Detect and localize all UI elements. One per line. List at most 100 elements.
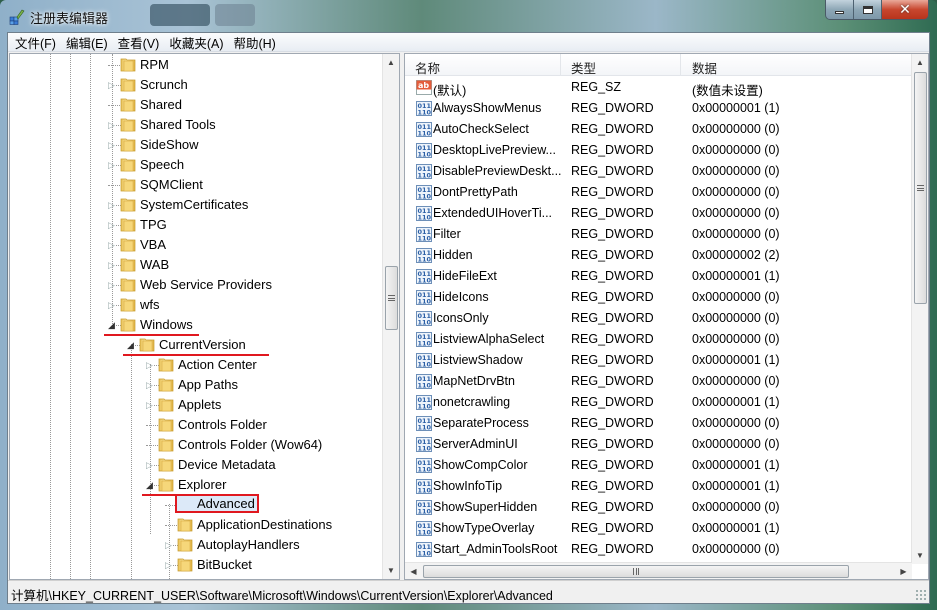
tree-item-label[interactable]: BitBucket xyxy=(195,557,254,572)
title-bar[interactable]: 注册表编辑器 ✕ xyxy=(0,0,937,32)
list-item[interactable]: 011 110 Start_AdminToolsRoot REG_DWORD 0x000… xyxy=(405,539,912,560)
menu-edit[interactable]: 编辑(E) xyxy=(61,33,113,52)
list-item[interactable]: 011 110 Hidden REG_DWORD 0x00000002 (2) xyxy=(405,245,912,266)
tree-item-label[interactable]: Speech xyxy=(138,157,186,172)
maximize-button[interactable] xyxy=(854,0,882,19)
tree-item-label[interactable]: Explorer xyxy=(176,477,228,492)
tree-item[interactable]: ◢ Explorer xyxy=(10,475,382,496)
tree-item-label[interactable]: RPM xyxy=(138,57,171,72)
tree-item[interactable]: ▷ SideShow xyxy=(10,135,382,155)
tree-item[interactable]: Advanced xyxy=(10,494,382,515)
selected-tree-item-label[interactable]: Advanced xyxy=(175,494,259,513)
tree-vertical-scrollbar[interactable]: ▲ ▼ xyxy=(382,54,399,579)
menu-file[interactable]: 文件(F) xyxy=(10,33,61,52)
tree-item[interactable]: ▷ Applets xyxy=(10,395,382,415)
tree-item-label[interactable]: SQMClient xyxy=(138,177,205,192)
tree-item[interactable]: ◢ Windows xyxy=(10,315,382,336)
tree-item[interactable]: ▷ WAB xyxy=(10,255,382,275)
list-item[interactable]: 011 110 ListviewAlphaSelect REG_DWORD 0x0000… xyxy=(405,329,912,350)
tree-item-label[interactable]: Controls Folder (Wow64) xyxy=(176,437,324,452)
list-item[interactable]: 011 110 DesktopLivePreview... REG_DWORD 0x00… xyxy=(405,140,912,161)
close-button[interactable]: ✕ xyxy=(882,0,928,19)
tree-item[interactable]: ▷ Speech xyxy=(10,155,382,175)
menu-help[interactable]: 帮助(H) xyxy=(228,33,280,52)
scroll-up-arrow-icon[interactable]: ▲ xyxy=(383,54,399,71)
tree-item-label[interactable]: SystemCertificates xyxy=(138,197,250,212)
tree-item-label[interactable]: VBA xyxy=(138,237,168,252)
list-item[interactable]: 011 110 DisablePreviewDeskt... REG_DWORD 0x0… xyxy=(405,161,912,182)
list-item[interactable]: 011 110 ShowTypeOverlay REG_DWORD 0x00000001… xyxy=(405,518,912,539)
tree-item[interactable]: ▷ Action Center xyxy=(10,355,382,375)
minimize-button[interactable] xyxy=(826,0,854,19)
tree-item-label[interactable]: TPG xyxy=(138,217,169,232)
list-item[interactable]: 011 110 AlwaysShowMenus REG_DWORD 0x00000001… xyxy=(405,98,912,119)
tree-item[interactable]: ▷ Device Metadata xyxy=(10,455,382,475)
scroll-up-arrow-icon[interactable]: ▲ xyxy=(912,54,928,71)
tree-item[interactable]: Shared xyxy=(10,95,382,115)
registry-value-list[interactable]: 名称 类型 数据 ab (默认) REG_SZ (数值未设置) 011 110 Always… xyxy=(404,53,929,580)
column-header-data[interactable]: 数据 xyxy=(692,58,717,77)
list-item[interactable]: 011 110 Filter REG_DWORD 0x00000000 (0) xyxy=(405,224,912,245)
tree-item-label[interactable]: Shared xyxy=(138,97,184,112)
list-item[interactable]: 011 110 ShowCompColor REG_DWORD 0x00000001 (… xyxy=(405,455,912,476)
list-item[interactable]: 011 110 nonetcrawling REG_DWORD 0x00000001 (… xyxy=(405,392,912,413)
resize-grip-icon[interactable] xyxy=(915,589,927,601)
tree-item[interactable]: ▷ SystemCertificates xyxy=(10,195,382,215)
tree-item-label[interactable]: SideShow xyxy=(138,137,201,152)
scroll-down-arrow-icon[interactable]: ▼ xyxy=(912,547,928,564)
tree-item[interactable]: ▷ TPG xyxy=(10,215,382,235)
list-item[interactable]: 011 110 ServerAdminUI REG_DWORD 0x00000000 (… xyxy=(405,434,912,455)
tree-item-label[interactable]: ApplicationDestinations xyxy=(195,517,334,532)
list-item[interactable]: 011 110 ShowSuperHidden REG_DWORD 0x00000000… xyxy=(405,497,912,518)
menu-favorites[interactable]: 收藏夹(A) xyxy=(164,33,228,52)
list-scroll-thumb[interactable] xyxy=(914,72,927,304)
scroll-left-arrow-icon[interactable]: ◀ xyxy=(405,563,422,579)
list-item[interactable]: 011 110 HideFileExt REG_DWORD 0x00000001 (1) xyxy=(405,266,912,287)
tree-item-label[interactable]: Device Metadata xyxy=(176,457,278,472)
list-item[interactable]: 011 110 ExtendedUIHoverTi... REG_DWORD 0x000… xyxy=(405,203,912,224)
tree-item-label[interactable]: wfs xyxy=(138,297,162,312)
list-hscroll-thumb[interactable] xyxy=(423,565,849,578)
tree-item-label[interactable]: Applets xyxy=(176,397,223,412)
list-item[interactable]: ab (默认) REG_SZ (数值未设置) xyxy=(405,77,912,98)
tree-item[interactable]: ▷ VBA xyxy=(10,235,382,255)
column-header-type[interactable]: 类型 xyxy=(571,58,596,77)
tree-item-label[interactable]: Scrunch xyxy=(138,77,190,92)
registry-key-tree[interactable]: RPM ▷ Scrunch Shared ▷ Shared Tools ▷ SideShow ▷… xyxy=(9,53,400,580)
tree-item-label[interactable]: Action Center xyxy=(176,357,259,372)
tree-item[interactable]: ▷ Scrunch xyxy=(10,75,382,95)
tree-item[interactable]: ▷ BitBucket xyxy=(10,555,382,575)
list-item[interactable]: 011 110 AutoCheckSelect REG_DWORD 0x00000000… xyxy=(405,119,912,140)
tree-item-label[interactable]: Web Service Providers xyxy=(138,277,274,292)
scroll-right-arrow-icon[interactable]: ▶ xyxy=(895,563,912,579)
tree-item[interactable]: ApplicationDestinations xyxy=(10,515,382,535)
column-header-name[interactable]: 名称 xyxy=(415,58,440,77)
tree-item[interactable]: ◢ CurrentVersion xyxy=(10,335,382,356)
list-item[interactable]: 011 110 HideIcons REG_DWORD 0x00000000 (0) xyxy=(405,287,912,308)
list-item[interactable]: 011 110 IconsOnly REG_DWORD 0x00000000 (0) xyxy=(405,308,912,329)
list-vertical-scrollbar[interactable]: ▲ ▼ xyxy=(911,54,928,564)
column-separator[interactable] xyxy=(560,54,561,76)
list-horizontal-scrollbar[interactable]: ◀ ▶ xyxy=(405,562,912,579)
list-item[interactable]: 011 110 ListviewShadow REG_DWORD 0x00000001 … xyxy=(405,350,912,371)
tree-item-label[interactable]: CurrentVersion xyxy=(157,337,248,352)
list-item[interactable]: 011 110 ShowInfoTip REG_DWORD 0x00000001 (1) xyxy=(405,476,912,497)
tree-item[interactable]: RPM xyxy=(10,55,382,75)
tree-item-label[interactable]: Shared Tools xyxy=(138,117,218,132)
list-item[interactable]: 011 110 MapNetDrvBtn REG_DWORD 0x00000000 (0… xyxy=(405,371,912,392)
tree-item[interactable]: ▷ wfs xyxy=(10,295,382,315)
tree-scroll-thumb[interactable] xyxy=(385,266,398,330)
tree-item[interactable]: Controls Folder (Wow64) xyxy=(10,435,382,455)
tree-item[interactable]: ▷ App Paths xyxy=(10,375,382,395)
tree-item[interactable]: SQMClient xyxy=(10,175,382,195)
menu-view[interactable]: 查看(V) xyxy=(113,33,165,52)
list-item[interactable]: 011 110 DontPrettyPath REG_DWORD 0x00000000 … xyxy=(405,182,912,203)
tree-item[interactable]: ▷ Shared Tools xyxy=(10,115,382,135)
list-item[interactable]: 011 110 SeparateProcess REG_DWORD 0x00000000… xyxy=(405,413,912,434)
scroll-down-arrow-icon[interactable]: ▼ xyxy=(383,562,399,579)
tree-item[interactable]: Controls Folder xyxy=(10,415,382,435)
tree-item-label[interactable]: AutoplayHandlers xyxy=(195,537,302,552)
tree-item-label[interactable]: WAB xyxy=(138,257,171,272)
tree-item[interactable]: ▷ AutoplayHandlers xyxy=(10,535,382,555)
tree-item-label[interactable]: Controls Folder xyxy=(176,417,269,432)
